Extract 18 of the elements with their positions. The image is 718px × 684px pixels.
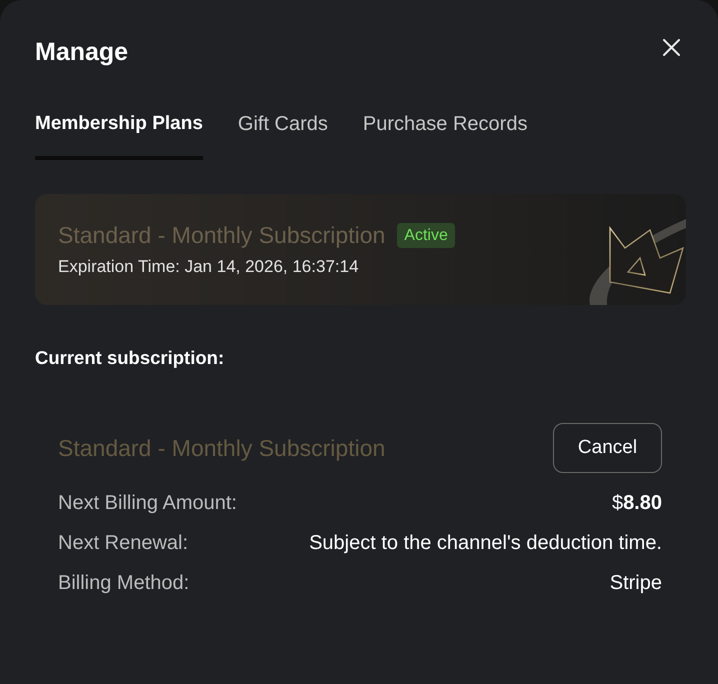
cancel-button[interactable]: Cancel: [553, 423, 662, 473]
detail-label: Billing Method:: [58, 571, 190, 595]
detail-value: Subject to the channel's deduction time.: [309, 531, 662, 555]
status-badge: Active: [397, 222, 455, 248]
subscription-title: Standard - Monthly Subscription: [58, 434, 386, 462]
expiration-time: Expiration Time: Jan 14, 2026, 16:37:14: [58, 256, 360, 278]
tab[interactable]: Purchase Records: [362, 112, 528, 160]
detail-value: Stripe: [610, 571, 662, 595]
tab[interactable]: Membership Plans: [35, 112, 203, 160]
close-icon: [663, 39, 680, 56]
detail-value: $8.80: [612, 491, 662, 515]
tab[interactable]: Gift Cards: [238, 112, 328, 160]
close-button[interactable]: [663, 39, 680, 56]
plan-title: Standard - Monthly Subscription: [58, 221, 386, 249]
dialog-title: Manage: [35, 37, 128, 68]
section-heading: Current subscription:: [35, 346, 226, 370]
detail-label: Next Renewal:: [58, 531, 188, 555]
detail-label: Next Billing Amount:: [58, 491, 237, 515]
